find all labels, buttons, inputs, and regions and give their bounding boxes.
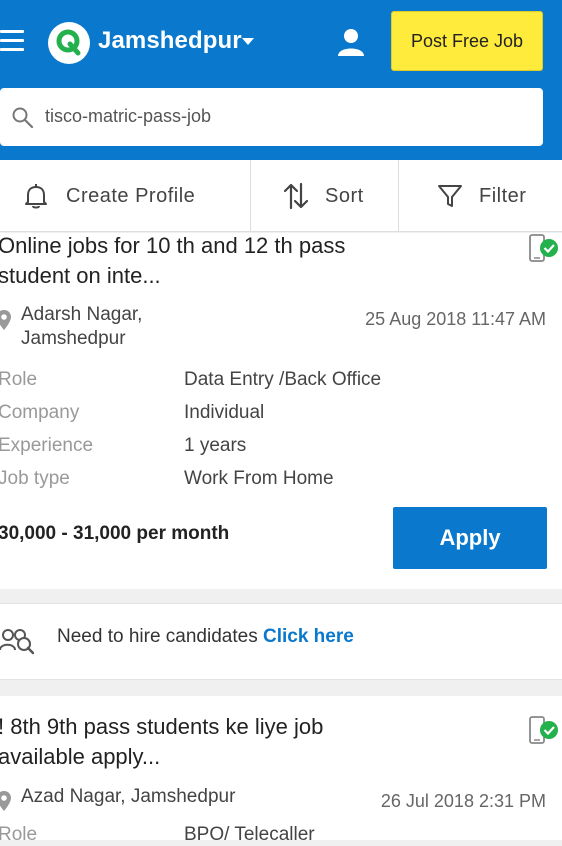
sort-button[interactable]: Sort bbox=[283, 160, 364, 232]
chevron-down-icon[interactable] bbox=[242, 38, 254, 45]
toolbar: Create Profile Sort Filter bbox=[0, 160, 562, 232]
posted-date: 25 Aug 2018 11:47 AM bbox=[365, 309, 546, 329]
job-title[interactable]: Online jobs for 10 th and 12 th pass stu… bbox=[0, 231, 358, 291]
city-selector[interactable]: Jamshedpur bbox=[98, 27, 242, 55]
menu-icon[interactable] bbox=[0, 30, 24, 52]
job-title[interactable]: ! 8th 9th pass students ke liye job avai… bbox=[0, 712, 358, 772]
divider bbox=[250, 160, 251, 232]
divider bbox=[398, 160, 399, 232]
detail-label: Job type bbox=[0, 468, 70, 489]
location-icon bbox=[0, 310, 11, 330]
job-card[interactable]: ! 8th 9th pass students ke liye job avai… bbox=[0, 696, 562, 845]
verified-phone-icon bbox=[529, 234, 558, 262]
detail-value: 1 years bbox=[184, 435, 247, 456]
posted-date: 26 Jul 2018 2:31 PM bbox=[380, 791, 546, 811]
detail-value: Work From Home bbox=[184, 468, 334, 489]
filter-label: Filter bbox=[479, 184, 527, 207]
search-input[interactable]: tisco-matric-pass-job bbox=[0, 88, 543, 146]
job-card[interactable]: Online jobs for 10 th and 12 th pass stu… bbox=[0, 233, 562, 589]
apply-button[interactable]: Apply bbox=[393, 507, 547, 569]
detail-value: BPO/ Telecaller bbox=[184, 824, 315, 845]
hire-banner: Need to hire candidates Click here bbox=[0, 603, 562, 680]
location-line: Adarsh Nagar, bbox=[21, 304, 143, 325]
detail-value: Individual bbox=[184, 402, 265, 423]
detail-label: Role bbox=[0, 824, 38, 845]
job-location: Adarsh Nagar, Jamshedpur bbox=[21, 303, 142, 351]
filter-icon bbox=[438, 185, 462, 207]
hire-icon bbox=[0, 629, 34, 655]
job-location: Azad Nagar, Jamshedpur bbox=[21, 786, 236, 807]
bell-icon bbox=[25, 184, 47, 209]
detail-label: Company bbox=[0, 402, 80, 423]
hire-label: Need to hire candidates bbox=[57, 626, 258, 647]
search-value[interactable]: tisco-matric-pass-job bbox=[45, 106, 211, 127]
filter-button[interactable]: Filter bbox=[437, 160, 526, 232]
post-free-job-button[interactable]: Post Free Job bbox=[391, 11, 543, 71]
user-icon[interactable] bbox=[338, 28, 364, 56]
create-profile-label: Create Profile bbox=[66, 184, 196, 207]
app-header: Jamshedpur Post Free Job tisco-matric-pa… bbox=[0, 0, 562, 160]
location-line: Jamshedpur bbox=[21, 328, 126, 349]
logo-icon[interactable] bbox=[48, 22, 90, 64]
verified-phone-icon bbox=[529, 716, 558, 744]
hire-text: Need to hire candidates Click here bbox=[57, 626, 354, 648]
detail-label: Role bbox=[0, 369, 38, 390]
detail-value: Data Entry /Back Office bbox=[184, 369, 382, 390]
click-here-link[interactable]: Click here bbox=[263, 626, 354, 647]
create-profile-button[interactable]: Create Profile bbox=[22, 160, 195, 232]
sort-label: Sort bbox=[325, 184, 364, 207]
search-icon bbox=[12, 107, 34, 129]
salary: 30,000 - 31,000 per month bbox=[0, 523, 230, 544]
location-icon bbox=[0, 791, 11, 811]
sort-icon bbox=[283, 182, 309, 210]
detail-label: Experience bbox=[0, 435, 94, 456]
